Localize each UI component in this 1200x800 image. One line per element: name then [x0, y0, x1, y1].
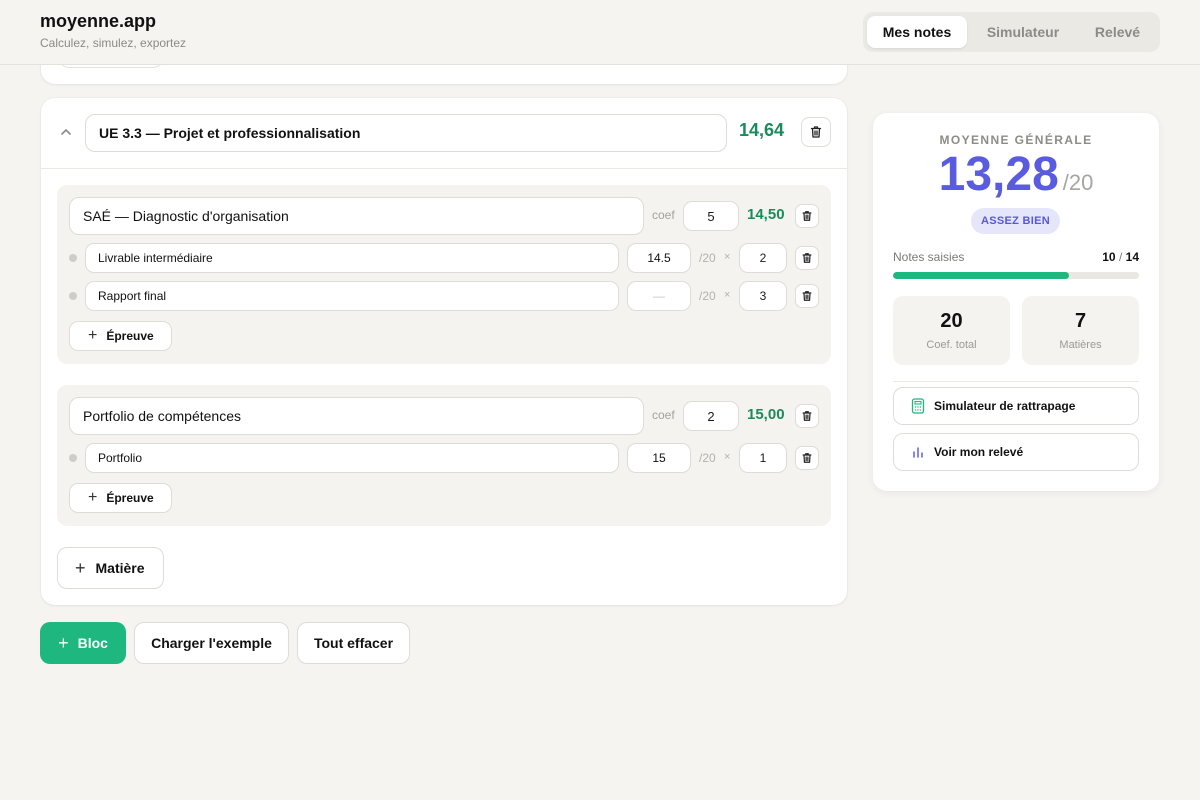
epreuve-times: ×: [724, 289, 731, 301]
releve-button[interactable]: Voir mon relevé: [893, 433, 1139, 471]
epreuve-grade-input[interactable]: —: [627, 281, 691, 311]
coef-label: coef: [652, 208, 675, 222]
add-bloc-label: Bloc: [77, 635, 108, 651]
matiere-card: Portfolio de compétences coef 2 15,00 Po…: [57, 385, 831, 526]
matieres-count-label: Matières: [1059, 339, 1102, 351]
plus-icon: +: [88, 489, 98, 506]
epreuve-coef-input[interactable]: 1: [739, 443, 787, 473]
add-bloc-button[interactable]: + Bloc: [40, 622, 126, 664]
mention-badge: ASSEZ BIEN: [971, 208, 1060, 234]
epreuve-out-of: /20: [699, 289, 716, 303]
main-tabs: Mes notes Simulateur Relevé: [863, 12, 1160, 52]
matiere-average: 15,00: [747, 406, 785, 423]
add-epreuve-label: Épreuve: [106, 491, 154, 505]
bar-chart-icon: [913, 447, 923, 458]
general-average-out-of: /20: [1062, 170, 1094, 195]
summary-label: MOYENNE GÉNÉRALE: [939, 133, 1093, 147]
epreuve-coef-input[interactable]: 2: [739, 243, 787, 273]
simulator-button-label: Simulateur de rattrapage: [934, 399, 1076, 413]
add-epreuve-button[interactable]: + Épreuve: [69, 483, 172, 513]
delete-epreuve-button[interactable]: [795, 446, 819, 470]
plus-icon: +: [88, 327, 98, 344]
epreuve-times: ×: [724, 251, 731, 263]
epreuve-out-of: /20: [699, 251, 716, 265]
plus-icon: +: [58, 632, 69, 653]
delete-matiere-button[interactable]: [795, 404, 819, 428]
notes-progress-bar: [893, 272, 1139, 279]
app-header: moyenne.app Calculez, simulez, exportez …: [0, 0, 1200, 65]
epreuve-bullet: [69, 254, 77, 262]
matiere-name-input[interactable]: Portfolio de compétences: [69, 397, 644, 435]
matiere-card: SAÉ — Diagnostic d'organisation coef 5 1…: [57, 185, 831, 364]
epreuve-name-input[interactable]: Rapport final: [85, 281, 619, 311]
matieres-stat: 7 Matières: [1022, 296, 1139, 365]
epreuve-times: ×: [724, 451, 731, 463]
summary-card: MOYENNE GÉNÉRALE 13,28/20 ASSEZ BIEN Not…: [873, 113, 1159, 491]
chevron-up-icon[interactable]: [59, 125, 73, 139]
epreuve-grade-input[interactable]: 14.5: [627, 243, 691, 273]
matiere-coef-input[interactable]: 5: [683, 201, 739, 231]
notes-separator: /: [1118, 250, 1123, 264]
app-title: moyenne.app: [40, 11, 157, 31]
tab-releve[interactable]: Relevé: [1079, 16, 1156, 48]
epreuve-bullet: [69, 454, 77, 462]
add-epreuve-label: Épreuve: [106, 329, 154, 343]
load-example-button[interactable]: Charger l'exemple: [134, 622, 289, 664]
plus-icon: +: [75, 557, 86, 578]
app-subtitle: Calculez, simulez, exportez: [40, 36, 187, 50]
epreuve-out-of: /20: [699, 451, 716, 465]
add-matiere-button[interactable]: + Matière: [57, 547, 164, 589]
delete-ue-button[interactable]: [801, 117, 831, 147]
delete-matiere-button[interactable]: [795, 204, 819, 228]
trash-icon: [802, 411, 812, 421]
simulator-button[interactable]: Simulateur de rattrapage: [893, 387, 1139, 425]
trash-icon: [802, 453, 812, 463]
epreuve-coef-input[interactable]: 3: [739, 281, 787, 311]
add-matiere-label: Matière: [95, 560, 145, 576]
coef-total-stat: 20 Coef. total: [893, 296, 1010, 365]
clear-all-button[interactable]: Tout effacer: [297, 622, 410, 664]
notes-total: 14: [1125, 250, 1139, 264]
general-average: 13,28/20: [873, 147, 1159, 202]
epreuve-grade-input[interactable]: 15: [627, 443, 691, 473]
notes-progress-fill: [893, 272, 1069, 279]
notes-count: 10 / 14: [1102, 250, 1139, 264]
trash-icon: [802, 291, 812, 301]
epreuve-bullet: [69, 292, 77, 300]
brand: moyenne.app Calculez, simulez, exportez: [40, 11, 186, 50]
epreuve-name-input[interactable]: Livrable intermédiaire: [85, 243, 619, 273]
trash-icon: [802, 253, 812, 263]
matiere-coef-input[interactable]: 2: [683, 401, 739, 431]
ue-name-input[interactable]: UE 3.3 — Projet et professionnalisation: [85, 114, 727, 152]
summary-divider: [893, 381, 1139, 382]
matiere-average: 14,50: [747, 206, 785, 223]
coef-total-value: 20: [940, 310, 963, 332]
add-epreuve-button[interactable]: + Épreuve: [69, 321, 172, 351]
notes-entered: 10: [1102, 250, 1116, 264]
tab-simulateur[interactable]: Simulateur: [967, 16, 1079, 48]
delete-epreuve-button[interactable]: [795, 284, 819, 308]
epreuve-row: Livrable intermédiaire 14.5 /20 × 2: [57, 243, 831, 273]
trash-icon: [810, 126, 822, 138]
trash-icon: [802, 211, 812, 221]
ue-card: UE 3.3 — Projet et professionnalisation …: [41, 98, 847, 605]
ue-average: 14,64: [739, 120, 785, 140]
general-average-value: 13,28: [938, 148, 1059, 201]
matieres-count-value: 7: [1074, 310, 1087, 332]
releve-button-label: Voir mon relevé: [934, 445, 1024, 459]
calculator-icon: [911, 398, 925, 414]
epreuve-row: Rapport final — /20 × 3: [57, 281, 831, 311]
delete-epreuve-button[interactable]: [795, 246, 819, 270]
coef-label: coef: [652, 408, 675, 422]
tab-mes-notes[interactable]: Mes notes: [867, 16, 967, 48]
ue-header: UE 3.3 — Projet et professionnalisation …: [41, 98, 847, 169]
epreuve-name-input[interactable]: Portfolio: [85, 443, 619, 473]
coef-total-label: Coef. total: [926, 339, 977, 351]
notes-label: Notes saisies: [893, 250, 965, 264]
matiere-name-input[interactable]: SAÉ — Diagnostic d'organisation: [69, 197, 644, 235]
epreuve-row: Portfolio 15 /20 × 1: [57, 443, 831, 473]
